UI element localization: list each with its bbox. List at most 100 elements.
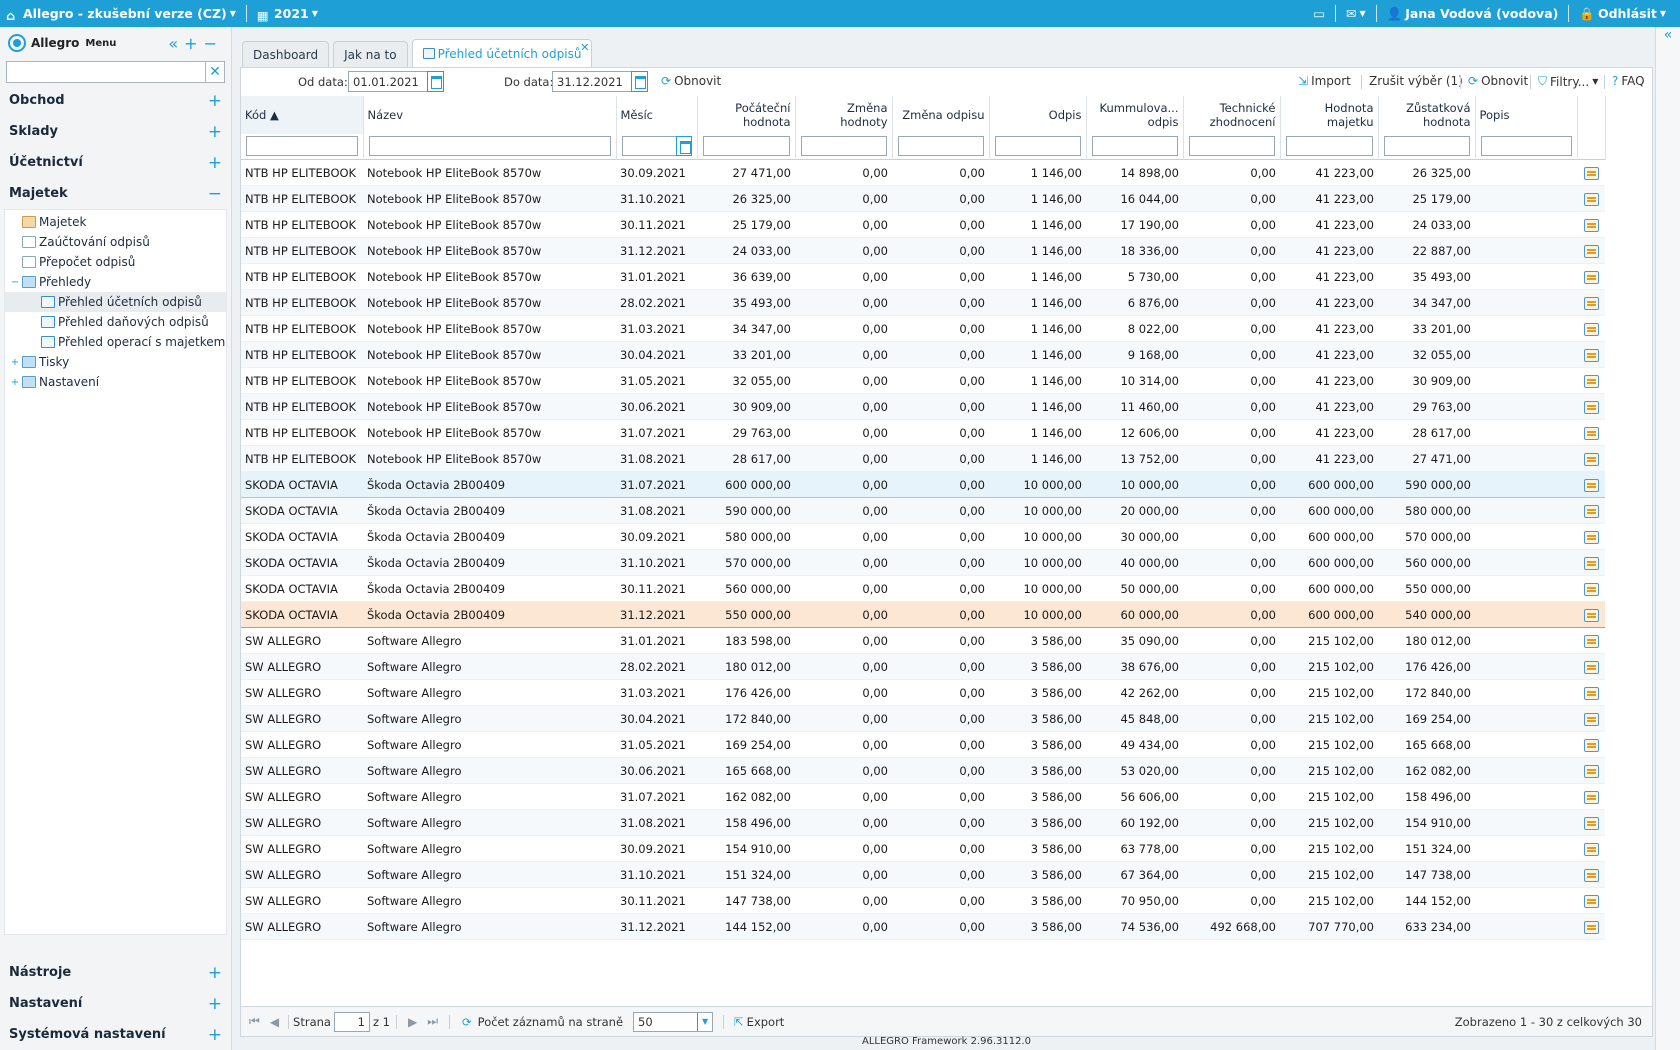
edit-note-icon[interactable] bbox=[1583, 816, 1599, 830]
tree-item[interactable]: + Nastavení bbox=[5, 372, 226, 392]
column-header[interactable]: Zůstatková hodnota bbox=[1378, 96, 1476, 134]
section-bottom-0[interactable]: Nástroje + bbox=[0, 957, 231, 988]
table-row[interactable]: SKODA OCTAVIA Škoda Octavia 2B00409 31.12.… bbox=[241, 601, 1605, 628]
table-row[interactable]: NTB HP ELITEBOOK Notebook HP EliteBook 85… bbox=[241, 211, 1605, 238]
table-row[interactable]: NTB HP ELITEBOOK Notebook HP EliteBook 85… bbox=[241, 445, 1605, 472]
refresh-button[interactable]: ⟳ Obnovit bbox=[661, 74, 721, 88]
column-filter-input[interactable] bbox=[897, 136, 984, 156]
table-row[interactable]: NTB HP ELITEBOOK Notebook HP EliteBook 85… bbox=[241, 289, 1605, 316]
first-page-icon[interactable]: ⏮ bbox=[249, 1014, 260, 1029]
column-filter-input[interactable] bbox=[368, 136, 611, 156]
table-row[interactable]: NTB HP ELITEBOOK Notebook HP EliteBook 85… bbox=[241, 419, 1605, 446]
column-filter-input[interactable] bbox=[1383, 136, 1470, 156]
column-header[interactable]: Počáteční hodnota bbox=[697, 96, 796, 134]
filters-button[interactable]: ⛉ Filtry... ▼ bbox=[1538, 74, 1598, 89]
column-filter-input[interactable] bbox=[1285, 136, 1373, 156]
edit-note-icon[interactable] bbox=[1583, 348, 1599, 362]
edit-note-icon[interactable] bbox=[1583, 322, 1599, 336]
edit-note-icon[interactable] bbox=[1583, 868, 1599, 882]
table-row[interactable]: SW ALLEGRO Software Allegro 28.02.2021 180 … bbox=[241, 653, 1605, 680]
section-0[interactable]: Obchod + bbox=[0, 85, 231, 116]
edit-note-icon[interactable] bbox=[1583, 686, 1599, 700]
edit-note-icon[interactable] bbox=[1583, 192, 1599, 206]
table-row[interactable]: SKODA OCTAVIA Škoda Octavia 2B00409 30.11.… bbox=[241, 575, 1605, 602]
expand-icon[interactable]: + bbox=[208, 91, 222, 111]
table-row[interactable]: NTB HP ELITEBOOK Notebook HP EliteBook 85… bbox=[241, 159, 1605, 186]
logout-button[interactable]: 🔒 Odhlásit ▼ bbox=[1573, 6, 1672, 22]
page-input[interactable]: 1 bbox=[333, 1011, 370, 1032]
section-majetek[interactable]: Majetek − bbox=[0, 178, 231, 209]
calendar-icon[interactable] bbox=[427, 71, 444, 92]
year-selector[interactable]: ▦ 2021 ▼ bbox=[251, 6, 324, 23]
edit-note-icon[interactable] bbox=[1583, 920, 1599, 934]
section-2[interactable]: Účetnictví + bbox=[0, 147, 231, 178]
table-row[interactable]: NTB HP ELITEBOOK Notebook HP EliteBook 85… bbox=[241, 341, 1605, 368]
expand-icon[interactable]: + bbox=[208, 1025, 222, 1045]
table-row[interactable]: SW ALLEGRO Software Allegro 31.03.2021 176 … bbox=[241, 679, 1605, 706]
edit-note-icon[interactable] bbox=[1583, 218, 1599, 232]
column-header[interactable] bbox=[1577, 96, 1606, 134]
table-row[interactable]: SW ALLEGRO Software Allegro 31.05.2021 169 … bbox=[241, 731, 1605, 758]
clear-selection-button[interactable]: Zrušit výběr (1) bbox=[1369, 74, 1463, 88]
calendar-icon[interactable] bbox=[675, 136, 692, 156]
tab-jak-na-to[interactable]: Jak na to bbox=[333, 41, 408, 67]
edit-note-icon[interactable] bbox=[1583, 660, 1599, 674]
table-row[interactable]: SW ALLEGRO Software Allegro 31.10.2021 151 … bbox=[241, 861, 1605, 888]
prev-page-icon[interactable]: ◀ bbox=[270, 1015, 279, 1029]
edit-note-icon[interactable] bbox=[1583, 556, 1599, 570]
column-filter-input[interactable] bbox=[800, 136, 887, 156]
per-page-select[interactable]: 50 ▼ bbox=[633, 1011, 714, 1032]
table-row[interactable]: NTB HP ELITEBOOK Notebook HP EliteBook 85… bbox=[241, 367, 1605, 394]
sidebar-controls[interactable]: «+− bbox=[168, 34, 223, 53]
tree-item[interactable]: Přepočet odpisů bbox=[5, 252, 226, 272]
expand-toggle-icon[interactable]: + bbox=[10, 377, 20, 388]
column-header[interactable]: Změna hodnoty bbox=[795, 96, 893, 134]
edit-note-icon[interactable] bbox=[1583, 244, 1599, 258]
collapse-icon[interactable]: − bbox=[208, 184, 222, 204]
table-row[interactable]: NTB HP ELITEBOOK Notebook HP EliteBook 85… bbox=[241, 185, 1605, 212]
tree-item[interactable]: Přehled účetních odpisů bbox=[5, 292, 226, 312]
expand-icon[interactable]: + bbox=[208, 994, 222, 1014]
edit-note-icon[interactable] bbox=[1583, 478, 1599, 492]
sidebar-search-input[interactable] bbox=[6, 61, 205, 83]
column-header[interactable]: Odpis bbox=[989, 96, 1087, 134]
table-row[interactable]: SW ALLEGRO Software Allegro 30.11.2021 147 … bbox=[241, 887, 1605, 914]
table-row[interactable]: SKODA OCTAVIA Škoda Octavia 2B00409 30.09.… bbox=[241, 523, 1605, 550]
edit-note-icon[interactable] bbox=[1583, 894, 1599, 908]
faq-button[interactable]: ? FAQ bbox=[1612, 74, 1645, 88]
clear-search-icon[interactable]: ✕ bbox=[205, 61, 225, 83]
expand-toggle-icon[interactable]: − bbox=[10, 277, 20, 288]
table-row[interactable]: SW ALLEGRO Software Allegro 31.01.2021 183 … bbox=[241, 627, 1605, 654]
table-row[interactable]: NTB HP ELITEBOOK Notebook HP EliteBook 85… bbox=[241, 263, 1605, 290]
refresh-grid-button[interactable]: ⟳ Obnovit bbox=[1468, 74, 1528, 88]
edit-note-icon[interactable] bbox=[1583, 712, 1599, 726]
edit-note-icon[interactable] bbox=[1583, 400, 1599, 414]
column-header[interactable]: Název bbox=[363, 96, 617, 134]
table-row[interactable]: NTB HP ELITEBOOK Notebook HP EliteBook 85… bbox=[241, 315, 1605, 342]
column-header[interactable]: Kummulova... odpis bbox=[1086, 96, 1184, 134]
table-row[interactable]: SW ALLEGRO Software Allegro 30.04.2021 172 … bbox=[241, 705, 1605, 732]
edit-note-icon[interactable] bbox=[1583, 582, 1599, 596]
edit-note-icon[interactable] bbox=[1583, 738, 1599, 752]
column-filter-input[interactable] bbox=[1188, 136, 1275, 156]
column-filter-input[interactable] bbox=[621, 136, 692, 156]
column-header[interactable]: Hodnota majetku bbox=[1280, 96, 1379, 134]
app-switcher[interactable]: ⌂ Allegro - zkušební verze (CZ) ▼ bbox=[0, 6, 242, 23]
refresh-icon[interactable]: ⟳ bbox=[462, 1015, 472, 1029]
table-row[interactable]: SKODA OCTAVIA Škoda Octavia 2B00409 31.10.… bbox=[241, 549, 1605, 576]
tree-item[interactable]: Majetek bbox=[5, 212, 226, 232]
edit-note-icon[interactable] bbox=[1583, 452, 1599, 466]
edit-note-icon[interactable] bbox=[1583, 270, 1599, 284]
tree-item[interactable]: + Tisky bbox=[5, 352, 226, 372]
expand-toggle-icon[interactable]: + bbox=[10, 357, 20, 368]
edit-note-icon[interactable] bbox=[1583, 530, 1599, 544]
column-filter-input[interactable] bbox=[994, 136, 1081, 156]
table-row[interactable]: SW ALLEGRO Software Allegro 31.07.2021 162 … bbox=[241, 783, 1605, 810]
user-menu[interactable]: 👤 Jana Vodová (vodova) bbox=[1381, 6, 1565, 22]
column-filter-input[interactable] bbox=[1480, 136, 1572, 156]
next-page-icon[interactable]: ▶ bbox=[408, 1015, 417, 1029]
edit-note-icon[interactable] bbox=[1583, 790, 1599, 804]
tree-item[interactable]: Zaúčtování odpisů bbox=[5, 232, 226, 252]
edit-note-icon[interactable] bbox=[1583, 296, 1599, 310]
edit-note-icon[interactable] bbox=[1583, 634, 1599, 648]
